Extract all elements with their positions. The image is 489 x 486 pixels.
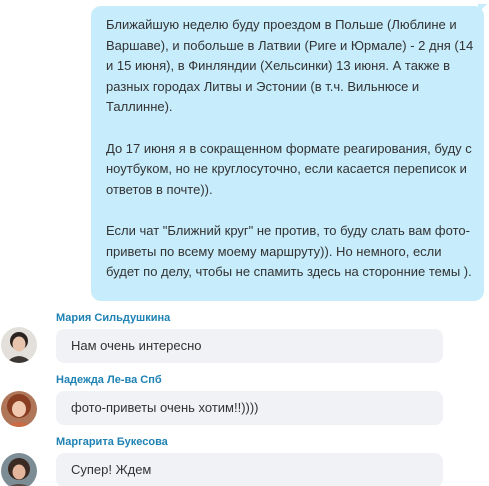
message-bubble[interactable]: фото-приветы очень хотим!!)))) [56, 391, 443, 425]
avatar[interactable] [1, 391, 37, 427]
sender-name[interactable]: Мария Сильдушкина [56, 312, 170, 324]
message-paragraph: Ближайшую неделю буду проездом в Польше … [106, 17, 474, 115]
bubble-tail [478, 4, 487, 13]
message-paragraph: До 17 июня я в сокращенном формате реаги… [106, 140, 472, 197]
chat-window: Ближайшую неделю буду проездом в Польше … [0, 0, 489, 486]
avatar[interactable] [1, 327, 37, 363]
message-bubble[interactable]: Нам очень интересно [56, 329, 443, 363]
outgoing-message[interactable]: Ближайшую неделю буду проездом в Польше … [91, 6, 484, 301]
avatar[interactable] [1, 453, 37, 486]
sender-name[interactable]: Надежда Ле-ва Спб [56, 374, 162, 386]
message-paragraph: Если чат "Ближний круг" не против, то бу… [106, 222, 472, 280]
sender-name[interactable]: Маргарита Букесова [56, 436, 168, 448]
message-bubble[interactable]: Супер! Ждем [56, 453, 443, 486]
